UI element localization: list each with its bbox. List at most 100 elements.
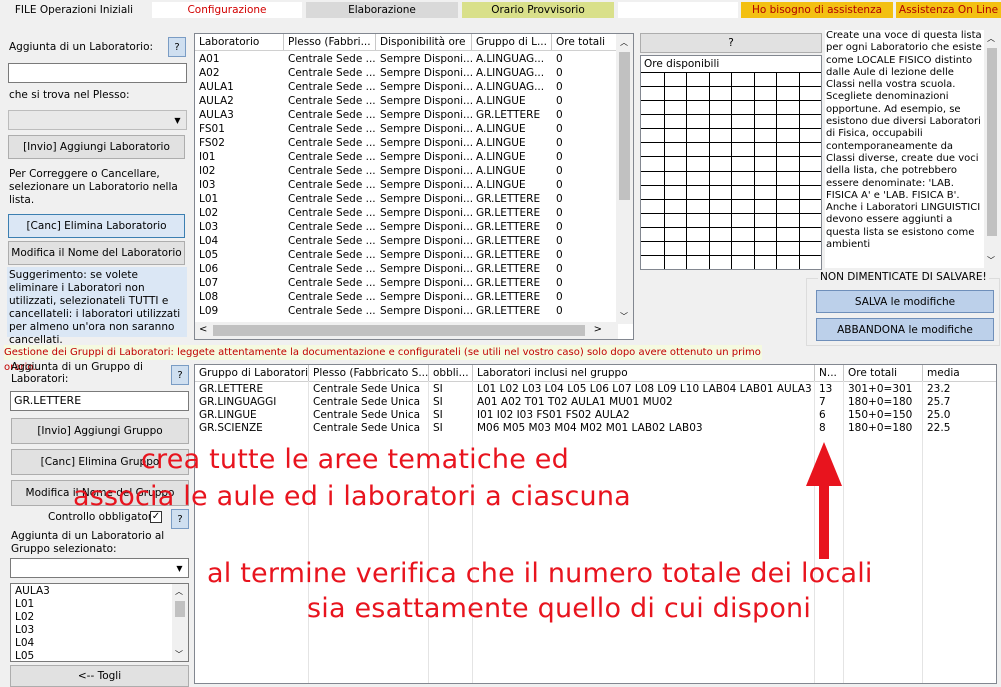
table-row[interactable]: L09 Centrale Sede ... Sempre Disponi... GR.… (195, 304, 621, 318)
table-row[interactable]: AULA1 Centrale Sede ... Sempre Disponi... A… (195, 80, 621, 94)
availability-cells[interactable] (641, 72, 821, 269)
scroll-right-icon[interactable]: > (594, 324, 602, 335)
cell-gruppo: GR.LETTERE (476, 235, 541, 247)
tab-configurazione[interactable]: Configurazione (152, 2, 302, 18)
cell-gruppo: GR.LETTERE (476, 193, 541, 205)
table-row[interactable]: I01 Centrale Sede ... Sempre Disponi... A.L… (195, 150, 621, 164)
group-table[interactable]: Gruppo di Laboratori Plesso (Fabbricato … (194, 364, 997, 684)
lab-name-input[interactable] (8, 63, 187, 83)
group-list-vscroll-thumb[interactable] (175, 601, 185, 617)
list-item[interactable]: L01 (15, 598, 50, 611)
cell-ore-totali: 0 (556, 221, 563, 233)
cell-disponibilita: Sempre Disponi... (380, 249, 472, 261)
delete-lab-button[interactable]: [Canc] Elimina Laboratorio (8, 214, 185, 238)
col-laboratori-inclusi[interactable]: Laboratori inclusi nel gruppo (473, 365, 815, 381)
scroll-up-icon[interactable]: ︿ (620, 37, 628, 48)
col-disponibilita[interactable]: Disponibilità ore (376, 34, 472, 50)
scroll-down-icon[interactable]: ﹀ (987, 255, 995, 266)
col-ore-totali-gruppo[interactable]: Ore totali (844, 365, 923, 381)
table-row[interactable]: AULA2 Centrale Sede ... Sempre Disponi... A… (195, 94, 621, 108)
tab-orario-provvisorio[interactable]: Orario Provvisorio (462, 2, 614, 18)
col-gruppo-laboratori[interactable]: Gruppo di Laboratori (195, 365, 309, 381)
lab-to-group-select[interactable]: ▼ (10, 558, 189, 578)
tab-elaborazione[interactable]: Elaborazione (306, 2, 458, 18)
table-row[interactable]: FS01 Centrale Sede ... Sempre Disponi... A.… (195, 122, 621, 136)
cell-plesso: Centrale Sede ... (288, 95, 376, 107)
cell-disponibilita: Sempre Disponi... (380, 109, 472, 121)
cell-gruppo: A.LINGUE (476, 151, 526, 163)
col-laboratorio[interactable]: Laboratorio (195, 34, 284, 50)
table-row[interactable]: L07 Centrale Sede ... Sempre Disponi... GR.… (195, 276, 621, 290)
list-item[interactable]: AULA3 (15, 585, 50, 598)
lab-table-hscroll[interactable]: < > (195, 322, 618, 339)
scroll-up-icon[interactable]: ︿ (175, 586, 183, 597)
table-row[interactable]: L03 Centrale Sede ... Sempre Disponi... GR.… (195, 220, 621, 234)
col-media[interactable]: media (923, 365, 996, 381)
group-help-button[interactable]: ? (171, 365, 189, 385)
cell-laboratorio: L02 (199, 207, 219, 219)
scroll-down-icon[interactable]: ﹀ (620, 311, 628, 322)
table-row[interactable]: FS02 Centrale Sede ... Sempre Disponi... A.… (195, 136, 621, 150)
lab-table-vscroll-thumb[interactable] (619, 52, 630, 200)
table-row[interactable]: A02 Centrale Sede ... Sempre Disponi... A.L… (195, 66, 621, 80)
table-row[interactable]: L06 Centrale Sede ... Sempre Disponi... GR.… (195, 262, 621, 276)
list-item[interactable]: L02 (15, 611, 50, 624)
cell-disponibilita: Sempre Disponi... (380, 305, 472, 317)
lab-table[interactable]: Laboratorio Plesso (Fabbri... Disponibil… (194, 33, 634, 340)
rename-lab-button[interactable]: Modifica il Nome del Laboratorio (8, 241, 185, 265)
cell-plesso: Centrale Sede ... (288, 221, 376, 233)
cell-ore-totali: 0 (556, 67, 563, 79)
table-row[interactable]: L04 Centrale Sede ... Sempre Disponi... GR.… (195, 234, 621, 248)
list-item[interactable]: L05 (15, 650, 50, 661)
group-list-vscroll[interactable]: ︿ ﹀ (172, 584, 188, 661)
discard-button[interactable]: ABBANDONA le modifiche (816, 318, 994, 341)
group-lab-list[interactable]: AULA3 L01 L02 L03 L04 L05 ︿ ﹀ (10, 583, 189, 662)
mandatory-help-button[interactable]: ? (171, 509, 189, 529)
tab-assistenza[interactable]: Ho bisogno di assistenza (741, 2, 893, 18)
cell-gruppo: GR.LETTERE (476, 263, 541, 275)
list-item[interactable]: L04 (15, 637, 50, 650)
table-row[interactable]: L01 Centrale Sede ... Sempre Disponi... GR.… (195, 192, 621, 206)
col-obbligatorio[interactable]: obbli... (429, 365, 473, 381)
table-row[interactable]: I03 Centrale Sede ... Sempre Disponi... A.L… (195, 178, 621, 192)
tab-assistenza-online[interactable]: Assistenza On Line (896, 2, 1001, 18)
save-button[interactable]: SALVA le modifiche (816, 290, 994, 313)
lab-help-button[interactable]: ? (168, 37, 186, 57)
info-vscroll[interactable]: ︿ ﹀ (984, 30, 1000, 268)
lab-table-vscroll[interactable]: ︿ ﹀ (616, 34, 633, 324)
table-row[interactable]: A01 Centrale Sede ... Sempre Disponi... A.L… (195, 52, 621, 66)
scroll-down-icon[interactable]: ﹀ (175, 649, 183, 660)
scroll-left-icon[interactable]: < (199, 324, 207, 335)
lab-table-body: A01 Centrale Sede ... Sempre Disponi... A.L… (195, 52, 621, 318)
table-row[interactable]: L05 Centrale Sede ... Sempre Disponi... GR.… (195, 248, 621, 262)
list-item[interactable]: L03 (15, 624, 50, 637)
cell-laboratorio: AULA1 (199, 81, 234, 93)
availability-help-button[interactable]: ? (640, 33, 822, 53)
cell-ore-totali: 0 (556, 81, 563, 93)
add-lab-button[interactable]: [Invio] Aggiungi Laboratorio (8, 135, 185, 159)
availability-grid[interactable]: Ore disponibili (640, 55, 822, 270)
tab-file[interactable]: FILE Operazioni Iniziali (0, 2, 148, 18)
table-row[interactable]: I02 Centrale Sede ... Sempre Disponi... A.L… (195, 164, 621, 178)
cell-disponibilita: Sempre Disponi... (380, 277, 472, 289)
col-gruppo[interactable]: Gruppo di L... (472, 34, 552, 50)
table-row[interactable]: L02 Centrale Sede ... Sempre Disponi... GR.… (195, 206, 621, 220)
info-vscroll-thumb[interactable] (987, 48, 997, 236)
cell-plesso: Centrale Sede ... (288, 53, 376, 65)
col-plesso[interactable]: Plesso (Fabbri... (284, 34, 376, 50)
mandatory-label: Controllo obbligatorio (48, 511, 162, 523)
cell-plesso: Centrale Sede ... (288, 193, 376, 205)
col-plesso-fabbricato[interactable]: Plesso (Fabbricato S... (309, 365, 429, 381)
scroll-up-icon[interactable]: ︿ (987, 33, 995, 44)
table-row[interactable]: L08 Centrale Sede ... Sempre Disponi... GR.… (195, 290, 621, 304)
remove-lab-button[interactable]: <-- Togli (10, 665, 189, 687)
lab-table-hscroll-thumb[interactable] (213, 325, 585, 336)
mandatory-checkbox[interactable]: ✓ (150, 511, 162, 523)
cell-gruppo: A.LINGUAG... (476, 81, 545, 93)
col-numero[interactable]: N... (815, 365, 844, 381)
col-ore-totali[interactable]: Ore totali (552, 34, 621, 50)
plesso-select[interactable]: ▼ (8, 110, 187, 130)
add-group-button[interactable]: [Invio] Aggiungi Gruppo (11, 418, 189, 444)
group-name-input[interactable]: GR.LETTERE (10, 391, 189, 411)
table-row[interactable]: AULA3 Centrale Sede ... Sempre Disponi... G… (195, 108, 621, 122)
